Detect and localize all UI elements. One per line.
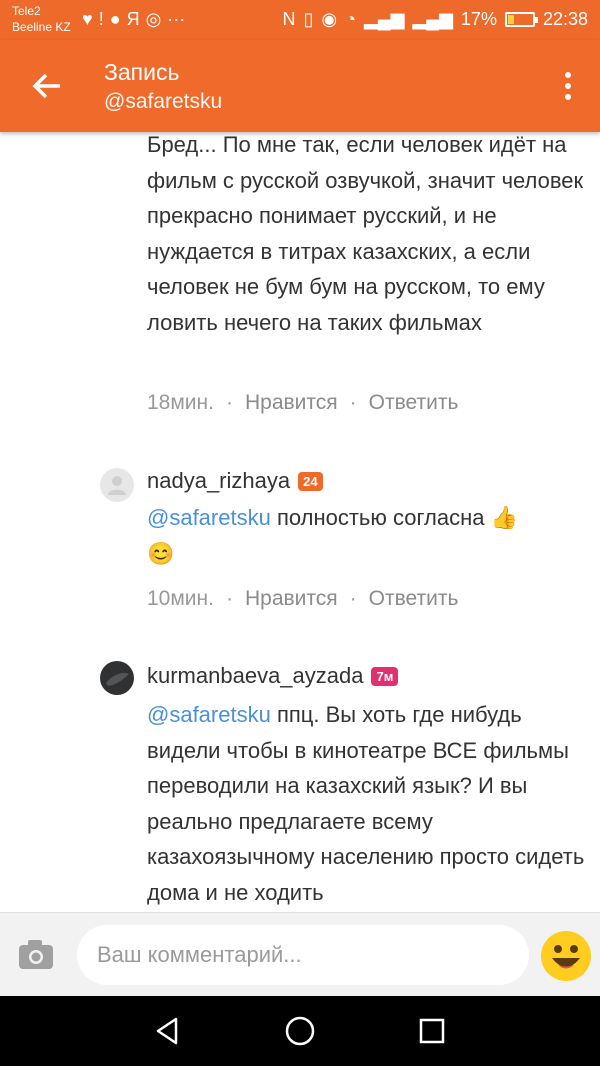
notification-icons: ♥ ! ● Я ◎ ··· — [82, 8, 185, 30]
thumbs-up-emoji: 👍 — [490, 505, 518, 530]
battery-percent: 17% — [460, 9, 497, 29]
system-nav-bar — [0, 996, 600, 1066]
camera-icon[interactable] — [18, 937, 54, 971]
author-row: kurmanbaeva_ayzada 7м — [147, 663, 399, 689]
alert-icon: ! — [98, 9, 104, 29]
comment-time: 10мин. — [147, 587, 214, 610]
status-bar: Tele2 Beeline KZ ♥ ! ● Я ◎ ··· N ▯ ◉ ◔ ▂… — [0, 0, 600, 40]
nav-home-icon[interactable] — [282, 1013, 318, 1049]
comment-text: @safaretsku полностью согласна 👍 😊 — [147, 500, 587, 571]
comment-text: @safaretsku ппц. Вы хоть где нибудь виде… — [147, 702, 585, 905]
more-dots-icon: ··· — [167, 9, 186, 29]
comment-time: 18мин. — [147, 391, 214, 414]
comment-meta: 10мин. · Нравится · Ответить — [147, 586, 459, 612]
heart-icon: ♥ — [82, 9, 93, 29]
signal-2-icon: ▂▄▆ — [412, 9, 453, 29]
rating-badge: 24 — [298, 471, 323, 491]
eye-icon: ◉ — [321, 9, 338, 29]
carrier-1: Tele2 — [12, 4, 41, 18]
back-arrow-icon[interactable] — [28, 66, 68, 106]
wifi-icon: ◔ — [345, 9, 357, 29]
nfc-icon: N — [282, 9, 296, 29]
status-right: N ▯ ◉ ◔ ▂▄▆ ▂▄▆ 17% 22:38 — [283, 8, 588, 30]
reply-button[interactable]: Ответить — [369, 390, 459, 416]
comment-text: Бред... По мне так, если человек идёт на… — [147, 132, 584, 335]
mention-link[interactable]: @safaretsku — [147, 505, 271, 530]
comment-input-bar: Ваш комментарий... — [0, 912, 600, 996]
nav-recents-icon[interactable] — [414, 1013, 450, 1049]
avatar[interactable] — [100, 468, 134, 502]
nav-back-icon[interactable] — [150, 1013, 186, 1049]
comment-meta: 18мин. · Нравится · Ответить — [147, 390, 459, 416]
author-name[interactable]: nadya_rizhaya — [147, 468, 290, 494]
comment-input[interactable]: Ваш комментарий... — [77, 925, 529, 985]
carrier-info: Tele2 Beeline KZ — [12, 3, 71, 35]
avatar[interactable] — [100, 661, 134, 695]
page-title: Запись — [104, 59, 180, 85]
instagram-icon: ◎ — [145, 9, 162, 29]
rating-badge: 7м — [371, 666, 399, 686]
comments-list[interactable]: Бред... По мне так, если человек идёт на… — [0, 132, 600, 912]
like-button[interactable]: Нравится — [245, 586, 338, 612]
author-row: nadya_rizhaya 24 — [147, 468, 323, 494]
page-subtitle: @safaretsku — [104, 90, 223, 113]
app-bar: Запись @safaretsku — [0, 40, 600, 132]
carrier-2: Beeline KZ — [12, 20, 71, 34]
chat-icon: ● — [109, 9, 121, 29]
battery-icon — [504, 11, 538, 27]
mention-link[interactable]: @safaretsku — [147, 702, 271, 727]
yandex-icon: Я — [126, 9, 140, 29]
like-button[interactable]: Нравится — [245, 390, 338, 416]
author-name[interactable]: kurmanbaeva_ayzada — [147, 663, 363, 689]
smile-emoji: 😊 — [147, 540, 175, 566]
clock: 22:38 — [542, 9, 588, 29]
vibrate-icon: ▯ — [303, 9, 314, 29]
emoji-picker-icon[interactable] — [540, 930, 592, 982]
reply-button[interactable]: Ответить — [369, 586, 459, 612]
signal-icon: ▂▄▆ — [364, 9, 405, 29]
more-menu-icon[interactable] — [556, 66, 580, 106]
